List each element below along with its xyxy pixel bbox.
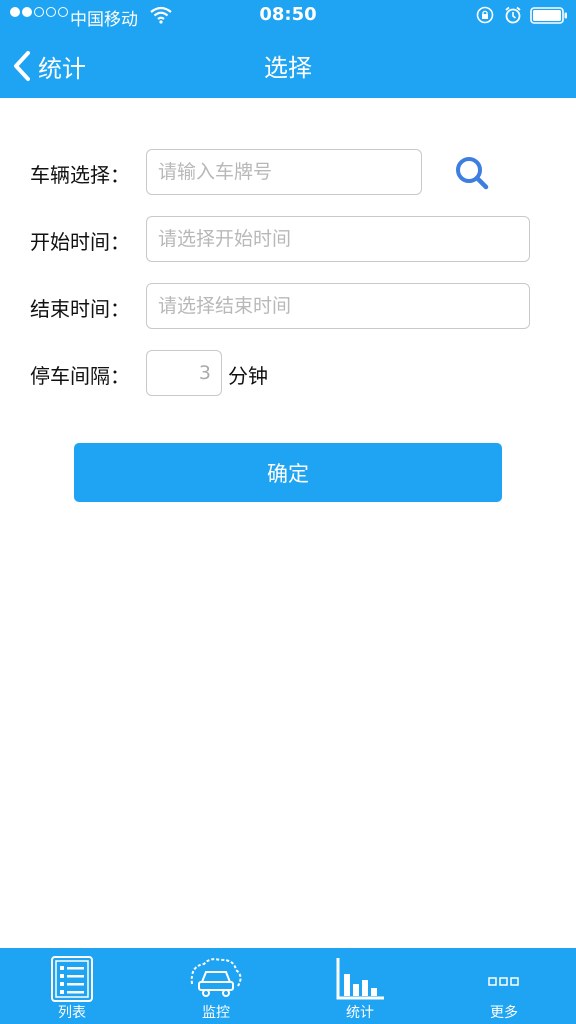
vehicle-plate-input[interactable]	[146, 149, 422, 195]
monitor-car-icon	[190, 958, 242, 997]
tab-list[interactable]: 列表	[0, 948, 144, 1024]
interval-label: 停车间隔：	[30, 364, 130, 388]
end-time-label: 结束时间：	[30, 297, 130, 321]
start-time-row: 开始时间：	[0, 216, 576, 266]
alarm-icon	[505, 6, 521, 24]
tab-label-list: 列表	[58, 1005, 86, 1021]
tab-statistics[interactable]: 统计	[288, 948, 432, 1024]
interval-input[interactable]	[146, 350, 222, 396]
bar-chart-icon	[336, 958, 384, 1000]
tab-bar: 列表 监控 统计 更多	[0, 948, 576, 1024]
more-icon	[488, 977, 519, 986]
end-time-row: 结束时间：	[0, 283, 576, 333]
tab-label-more: 更多	[490, 1005, 518, 1021]
status-bar: 中国移动 08:50	[0, 0, 576, 32]
battery-icon	[530, 7, 567, 24]
confirm-button[interactable]: 确定	[74, 443, 502, 502]
interval-unit: 分钟	[228, 364, 268, 388]
tab-more[interactable]: 更多	[432, 948, 576, 1024]
vehicle-label: 车辆选择：	[30, 163, 130, 187]
page-title: 选择	[264, 54, 312, 82]
list-icon	[51, 956, 93, 1002]
end-time-input[interactable]	[146, 283, 530, 329]
start-time-input[interactable]	[146, 216, 530, 262]
vehicle-row: 车辆选择：	[0, 149, 576, 199]
search-icon[interactable]	[452, 153, 492, 193]
interval-row: 停车间隔： 分钟	[0, 350, 576, 400]
tab-label-statistics: 统计	[346, 1005, 374, 1021]
tab-monitor[interactable]: 监控	[144, 948, 288, 1024]
header: 中国移动 08:50 统计 选择	[0, 0, 576, 98]
rotation-lock-icon	[476, 6, 494, 24]
tab-label-monitor: 监控	[202, 1005, 230, 1021]
start-time-label: 开始时间：	[30, 230, 130, 254]
